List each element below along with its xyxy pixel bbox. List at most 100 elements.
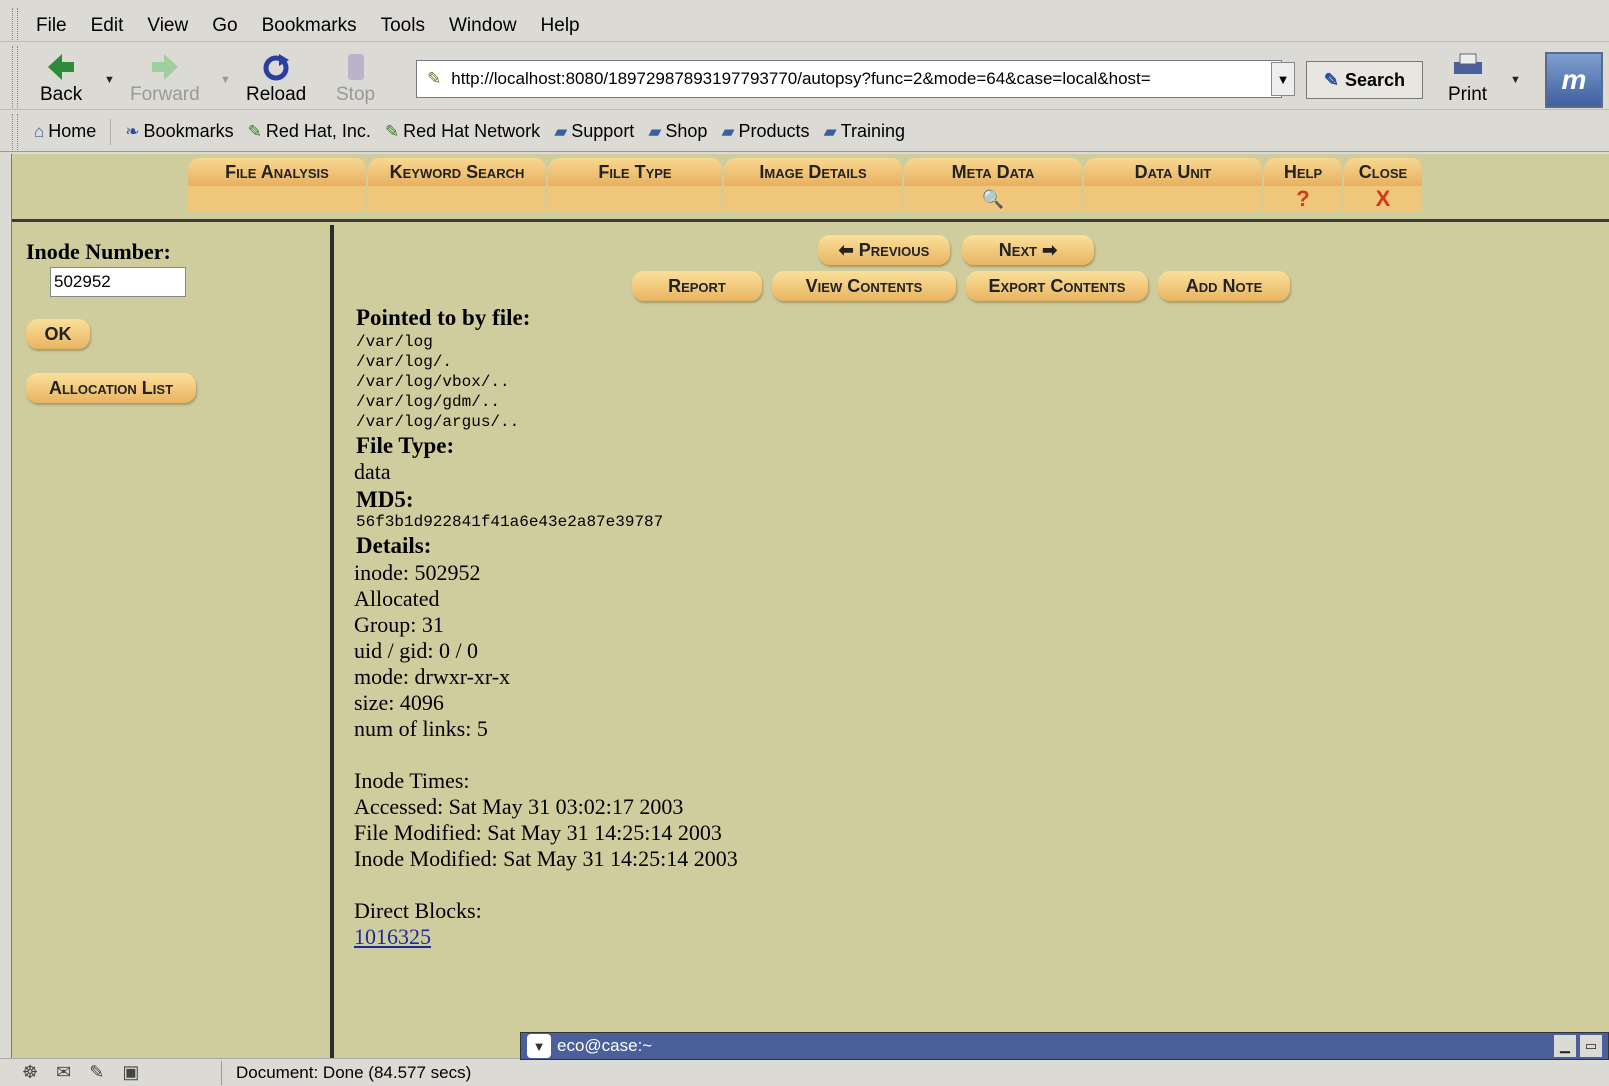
menu-tools[interactable]: Tools [381,15,425,37]
menu-file[interactable]: File [36,15,67,37]
bookmark-training[interactable]: ▰ Training [824,121,905,142]
folder-icon: ▰ [721,121,735,141]
forward-dropdown-icon[interactable]: ▼ [220,74,231,86]
bookmark-products[interactable]: ▰ Products [721,121,809,142]
left-arrow-icon: ⬅ [838,239,854,260]
view-contents-button[interactable]: View Contents [772,271,956,301]
minimize-icon[interactable]: ▁ [1554,1035,1576,1057]
bookmark-label: Red Hat, Inc. [265,121,371,141]
tab-lower [1084,186,1264,212]
folder-icon: ▰ [823,121,837,141]
page-icon: ✎ [427,69,442,88]
tab-file-type[interactable]: File Type [548,158,724,214]
question-icon: ? [1264,186,1344,212]
throbber-logo[interactable]: m [1545,52,1603,108]
stop-button[interactable]: Stop [336,50,375,106]
inode-number-input[interactable]: 502952 [50,267,186,297]
tab-lower [188,186,368,212]
menu-window[interactable]: Window [449,15,517,37]
forward-label: Forward [130,84,200,105]
bookmark-label: Bookmarks [143,121,234,141]
bookmark-home[interactable]: ⌂ Home [34,121,96,142]
folder-icon: ▰ [554,121,568,141]
bookmark-redhat-network[interactable]: ✎ Red Hat Network [385,121,540,142]
addressbook-icon[interactable]: ▣ [122,1062,139,1083]
left-frame: Inode Number: 502952 OK Allocation List [12,225,334,1058]
bookmark-shop[interactable]: ▰ Shop [648,121,707,142]
tab-file-analysis[interactable]: File Analysis [188,158,368,214]
bookmark-label: Shop [665,121,708,141]
tab-label: Meta Data [904,158,1084,186]
chevron-down-icon[interactable]: ▼ [527,1034,551,1058]
tab-meta-data[interactable]: Meta Data 🔍 [904,158,1084,214]
search-icon: ✎ [1323,69,1340,90]
maximize-icon[interactable]: ▭ [1580,1035,1602,1057]
previous-button[interactable]: ⬅ Previous [818,235,950,265]
back-button[interactable]: Back [40,50,82,106]
menu-view[interactable]: View [147,15,188,37]
composer-icon[interactable]: ✎ [89,1062,104,1083]
md5-title: MD5: [356,487,414,512]
bookmark-support[interactable]: ▰ Support [554,121,634,142]
menu-help[interactable]: Help [541,15,580,37]
menu-go[interactable]: Go [212,15,237,37]
home-icon: ⌂ [34,121,45,141]
page-content: File Analysis Keyword Search File Type I… [11,154,1609,1058]
status-bar: ☸ ✉ ✎ ▣ Document: Done (84.577 secs) [0,1058,1609,1086]
tab-help[interactable]: Help? [1264,158,1344,214]
mail-icon[interactable]: ✉ [56,1062,71,1083]
inode-times-title: Inode Times: [354,768,470,793]
tab-close[interactable]: Close X [1344,158,1424,214]
search-button[interactable]: ✎ Search [1306,61,1423,99]
url-text: http://localhost:8080/189729878931977937… [451,69,1151,88]
ok-button[interactable]: OK [26,319,90,349]
direct-block-link[interactable]: 1016325 [354,924,431,949]
tab-data-unit[interactable]: Data Unit [1084,158,1264,214]
tab-image-details[interactable]: Image Details [724,158,904,214]
export-contents-button[interactable]: Export Contents [966,271,1148,301]
bookmark-label: Red Hat Network [403,121,541,141]
tab-keyword-search[interactable]: Keyword Search [368,158,548,214]
menu-edit[interactable]: Edit [91,15,124,37]
detail-line: Allocated [354,586,440,611]
pointed-path: /var/log [356,333,433,351]
autopsy-tab-bar: File Analysis Keyword Search File Type I… [12,154,1609,222]
bookmark-label: Home [48,121,97,141]
bookmark-redhat[interactable]: ✎ Red Hat, Inc. [248,121,371,142]
pointed-path: /var/log/vbox/.. [356,373,510,391]
forward-button[interactable]: Forward [130,50,200,106]
url-input[interactable]: ✎ http://localhost:8080/1897298789319779… [416,60,1282,98]
navigator-icon[interactable]: ☸ [22,1062,38,1083]
bookmark-bookmarks[interactable]: ❧ Bookmarks [125,121,233,142]
taskbar-window[interactable]: ▼ eco@case:~ ▁ ▭ [520,1032,1609,1060]
print-button[interactable]: Print [1448,50,1487,106]
detail-line: size: 4096 [354,690,444,715]
tab-label: File Type [548,158,724,186]
report-button[interactable]: Report [632,271,762,301]
pen-icon: ✎ [384,121,400,141]
file-type-title: File Type: [356,433,455,458]
reload-button[interactable]: Reload [246,50,306,106]
direct-blocks-title: Direct Blocks: [354,898,482,923]
stop-icon [344,50,368,84]
detail-line: mode: drwxr-xr-x [354,664,511,689]
allocation-list-button[interactable]: Allocation List [26,373,196,403]
detail-line: num of links: 5 [354,716,488,741]
tab-label: Keyword Search [368,158,548,186]
magnifier-icon: 🔍 [904,186,1084,212]
bookmark-label: Support [571,121,635,141]
pointed-path: /var/log/argus/.. [356,413,520,431]
back-dropdown-icon[interactable]: ▼ [104,74,115,86]
next-button[interactable]: Next ➡ [962,235,1094,265]
printer-icon [1450,50,1486,84]
bookmark-label: Training [840,121,906,141]
next-label: Next [998,239,1038,260]
url-history-dropdown[interactable]: ▼ [1271,62,1295,96]
print-label: Print [1448,84,1488,105]
menu-bookmarks[interactable]: Bookmarks [262,15,357,37]
add-note-button[interactable]: Add Note [1158,271,1290,301]
print-dropdown-icon[interactable]: ▼ [1510,74,1521,86]
navigation-toolbar: Back ▼ Forward ▼ Reload Stop ✎ http://lo… [0,44,1609,110]
file-type-value: data [354,459,391,484]
reload-label: Reload [246,84,307,105]
